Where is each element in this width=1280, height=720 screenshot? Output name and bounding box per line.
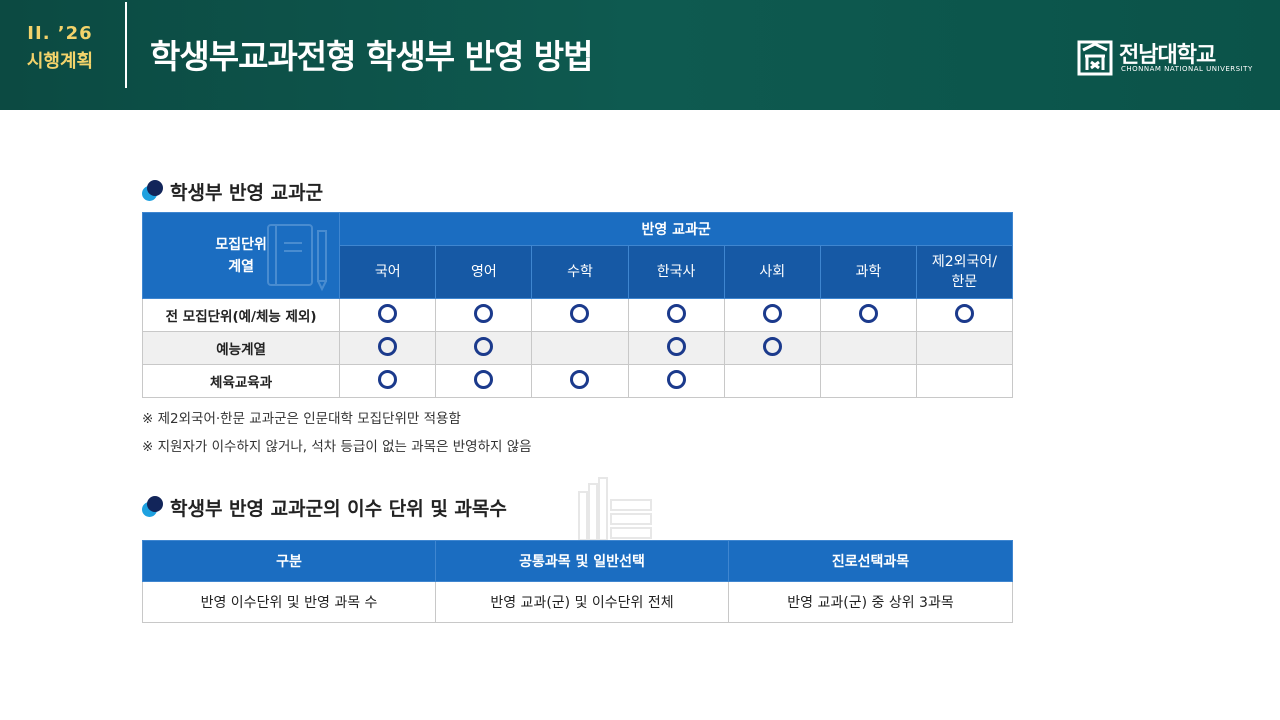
column-header: 국어 [339, 245, 437, 299]
circle-mark-icon [474, 336, 494, 356]
row-label: 체육교육과 [141, 364, 341, 398]
group-header: 반영 교과군 [339, 212, 1013, 246]
table-cell [531, 298, 629, 332]
column-header: 한국사 [627, 245, 725, 299]
table-cell [723, 364, 821, 398]
section-label: II. ’26 시행계획 [14, 20, 106, 76]
table-cell [627, 298, 725, 332]
column-header: 제2외국어/ 한문 [915, 245, 1014, 299]
column-header: 과학 [819, 245, 917, 299]
credit-table-cell: 반영 이수단위 및 반영 과목 수 [142, 581, 436, 623]
circle-mark-icon [762, 336, 782, 356]
credit-table-cell: 반영 교과(군) 중 상위 3과목 [728, 581, 1013, 623]
page-title: 학생부교과전형 학생부 반영 방법 [150, 37, 594, 76]
table-cell [915, 331, 1014, 365]
header-divider [125, 2, 127, 88]
credit-table-header: 공통과목 및 일반선택 [435, 540, 729, 582]
table-cell [435, 364, 533, 398]
bullet-icon [142, 496, 164, 518]
university-logo: 전남대학교 CHONNAM NATIONAL UNIVERSITY [1077, 38, 1257, 78]
credit-table-cell: 반영 교과(군) 및 이수단위 전체 [435, 581, 729, 623]
circle-mark-icon [954, 303, 974, 323]
table-cell [819, 331, 917, 365]
circle-mark-icon [570, 369, 590, 389]
books-stack-decoration-icon [578, 477, 652, 540]
table-cell [723, 331, 821, 365]
circle-mark-icon [762, 303, 782, 323]
circle-mark-icon [474, 369, 494, 389]
table-cell [819, 298, 917, 332]
table-cell [819, 364, 917, 398]
section-name: 시행계획 [26, 51, 94, 72]
notes: ※ 제2외국어·한문 교과군은 인문대학 모집단위만 적용함 ※ 지원자가 이수… [142, 405, 532, 461]
table-cell [435, 331, 533, 365]
column-header: 영어 [435, 245, 533, 299]
table-cell [339, 298, 437, 332]
logo-subtitle: CHONNAM NATIONAL UNIVERSITY [1121, 65, 1253, 73]
circle-mark-icon [378, 336, 398, 356]
credit-table: 구분 공통과목 및 일반선택 진로선택과목 반영 이수단위 및 반영 과목 수 … [142, 540, 1013, 623]
circle-mark-icon [378, 369, 398, 389]
circle-mark-icon [858, 303, 878, 323]
table-cell [723, 298, 821, 332]
bullet-icon [142, 180, 164, 202]
university-emblem-icon [1077, 40, 1113, 76]
section-number: II. ’26 [27, 23, 93, 44]
circle-mark-icon [666, 336, 686, 356]
column-header: 수학 [531, 245, 629, 299]
table-cell [339, 331, 437, 365]
header-bar: II. ’26 시행계획 학생부교과전형 학생부 반영 방법 전남대학교 CHO… [0, 0, 1280, 110]
note-line: ※ 제2외국어·한문 교과군은 인문대학 모집단위만 적용함 [142, 411, 461, 427]
table-cell [627, 331, 725, 365]
row-label: 전 모집단위(예/체능 제외) [141, 298, 341, 332]
note-line: ※ 지원자가 이수하지 않거나, 석차 등급이 없는 과목은 반영하지 않음 [142, 439, 532, 455]
table-cell [915, 298, 1014, 332]
table-cell [531, 331, 629, 365]
table-row: 체육교육과 [141, 364, 1014, 398]
credit-table-header: 진로선택과목 [728, 540, 1013, 582]
book-decoration-icon [267, 224, 327, 292]
circle-mark-icon [666, 369, 686, 389]
circle-mark-icon [378, 303, 398, 323]
table-row: 예능계열 [141, 331, 1014, 365]
table-cell [531, 364, 629, 398]
column-header: 사회 [723, 245, 821, 299]
table-cell [915, 364, 1014, 398]
row-label: 예능계열 [141, 331, 341, 365]
table-cell [435, 298, 533, 332]
circle-mark-icon [570, 303, 590, 323]
circle-mark-icon [666, 303, 686, 323]
table-cell [339, 364, 437, 398]
circle-mark-icon [474, 303, 494, 323]
table-row: 전 모집단위(예/체능 제외) [141, 298, 1014, 332]
table-cell [627, 364, 725, 398]
credit-table-header: 구분 [142, 540, 436, 582]
